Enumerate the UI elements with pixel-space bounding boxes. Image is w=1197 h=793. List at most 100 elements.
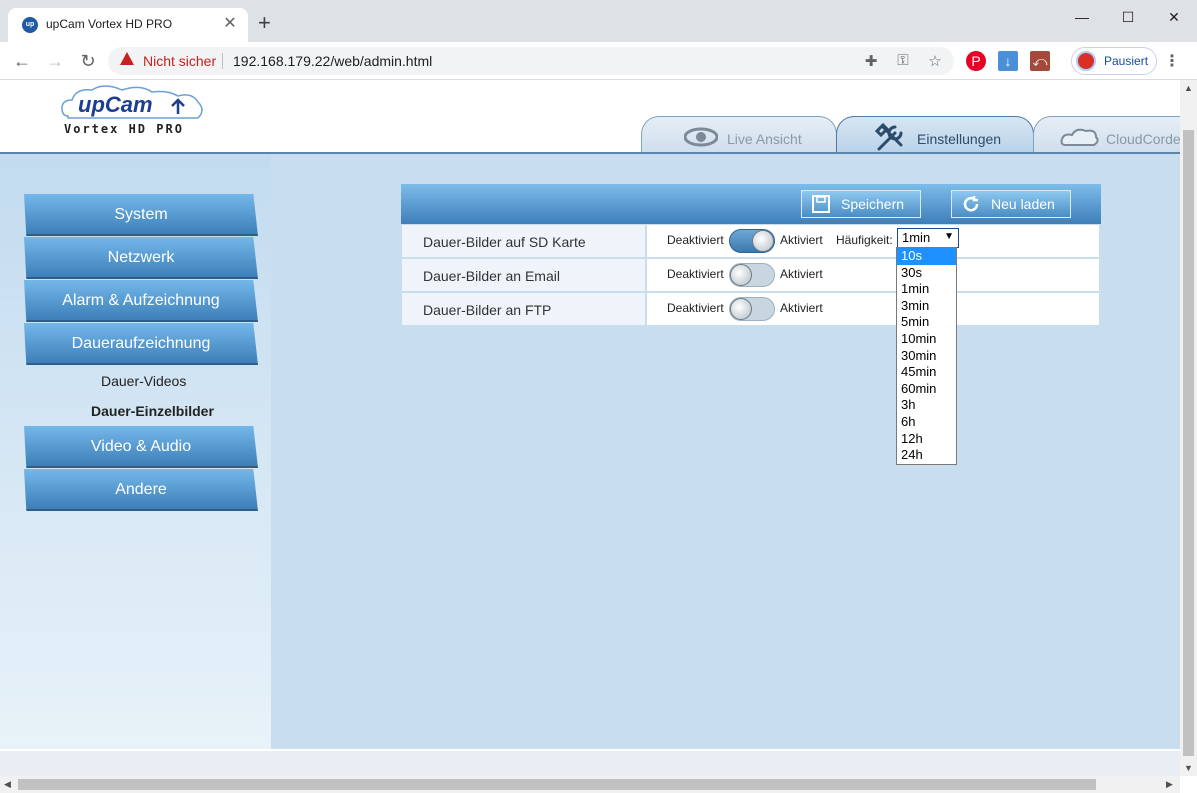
row-label: Dauer-Bilder an Email [423,268,560,284]
page-viewport: upCam Vortex HD PRO Live Ansicht Einstel… [0,80,1180,776]
tab-einstellungen[interactable]: Einstellungen [836,116,1034,154]
sidebar-sub-dauer-videos[interactable]: Dauer-Videos [101,373,186,389]
security-label[interactable]: Nicht sicher [143,53,216,69]
frequency-select[interactable]: 1min ▼ [897,228,959,248]
toggle-knob [730,264,752,286]
toggle-sd[interactable] [729,229,775,253]
reload-label: Neu laden [991,196,1055,212]
frequency-option[interactable]: 12h [897,431,956,448]
frequency-option[interactable]: 3h [897,397,956,414]
key-icon[interactable]: ⚿ [894,52,912,69]
frequency-option[interactable]: 45min [897,364,956,381]
frequency-option[interactable]: 60min [897,381,956,398]
profile-button[interactable]: Pausiert [1071,47,1157,75]
logo-model: Vortex HD PRO [64,122,184,136]
scroll-left-icon[interactable]: ◀ [4,779,11,790]
browser-tab-strip: up upCam Vortex HD PRO ✕ + — ☐ ✕ [0,0,1197,42]
logo: upCam Vortex HD PRO [60,84,205,138]
sidebar-item-andere[interactable]: Andere [24,469,258,511]
favicon-icon: up [22,17,38,33]
frequency-label: Häufigkeit: [836,233,893,247]
url-text[interactable]: 192.168.179.22/web/admin.html [233,53,432,69]
sidebar-item-video-audio[interactable]: Video & Audio [24,426,258,468]
vertical-scrollbar[interactable]: ▲ ▼ [1180,80,1197,776]
frequency-option[interactable]: 10s [897,248,956,265]
sidebar-item-netzwerk[interactable]: Netzwerk [24,237,258,279]
scroll-thumb[interactable] [1183,130,1194,756]
new-tab-icon[interactable]: + [258,12,271,34]
sidebar-sub-dauer-einzelbilder[interactable]: Dauer-Einzelbilder [91,403,214,419]
setting-row-email: Dauer-Bilder an Email Deaktiviert Aktivi… [401,259,1101,293]
frequency-option[interactable]: 6h [897,414,956,431]
activated-label: Aktiviert [780,301,823,315]
deactivated-label: Deaktiviert [667,301,724,315]
scroll-right-icon[interactable]: ▶ [1166,779,1173,790]
frequency-option[interactable]: 10min [897,331,956,348]
frequency-option[interactable]: 3min [897,298,956,315]
tab-close-icon[interactable]: ✕ [220,14,240,34]
star-icon[interactable]: ☆ [926,52,944,70]
panel-toolbar: Speichern Neu laden [401,184,1101,224]
row-label-cell: Dauer-Bilder an FTP [402,293,645,326]
tab-label: Einstellungen [917,131,1002,147]
frequency-option[interactable]: 5min [897,314,956,331]
floppy-icon [812,195,830,213]
page-footer [0,749,1180,776]
avatar [1076,51,1096,71]
toggle-knob [752,230,774,252]
tab-label: CloudCorder [1106,131,1180,147]
close-window-icon[interactable]: ✕ [1151,4,1197,30]
row-label-cell: Dauer-Bilder auf SD Karte [402,225,645,258]
pdf-icon[interactable]: ⤺ [1030,51,1050,71]
horizontal-scrollbar[interactable]: ◀ ▶ [0,776,1180,793]
browser-tab[interactable]: up upCam Vortex HD PRO ✕ [8,8,248,42]
setting-row-ftp: Dauer-Bilder an FTP Deaktiviert Aktivier… [401,293,1101,327]
sidebar-item-alarm[interactable]: Alarm & Aufzeichnung [24,280,258,322]
tab-cloudcorder[interactable]: CloudCorder [1033,116,1180,154]
row-label: Dauer-Bilder an FTP [423,302,552,318]
sidebar-item-system[interactable]: System [24,194,258,236]
toggle-email[interactable] [729,263,775,287]
setting-row-sd: Dauer-Bilder auf SD Karte Deaktiviert Ak… [401,225,1101,259]
activated-label: Aktiviert [780,267,823,281]
minimize-icon[interactable]: — [1059,4,1105,30]
toggle-knob [730,298,752,320]
scroll-thumb[interactable] [18,779,1096,790]
frequency-value: 1min [902,230,931,245]
app-header: upCam Vortex HD PRO Live Ansicht Einstel… [0,80,1180,154]
omnibox[interactable]: Nicht sicher 192.168.179.22/web/admin.ht… [108,47,954,75]
forward-icon[interactable]: → [43,49,67,73]
sidebar-item-daueraufzeichnung[interactable]: Daueraufzeichnung [24,323,258,365]
download-icon[interactable]: ↓ [998,51,1018,71]
reload-page-button[interactable]: Neu laden [951,190,1071,218]
frequency-option[interactable]: 24h [897,447,956,464]
browser-tab-title: upCam Vortex HD PRO [46,17,173,31]
tab-live-ansicht[interactable]: Live Ansicht [641,116,837,154]
reload-icon[interactable]: ↻ [76,49,100,73]
pinterest-icon[interactable]: P [966,51,986,71]
warning-icon [120,52,134,65]
profile-label: Pausiert [1104,54,1149,68]
scroll-down-icon[interactable]: ▼ [1184,763,1193,773]
menu-icon[interactable]: ⋮ [1164,51,1180,71]
deactivated-label: Deaktiviert [667,267,724,281]
activated-label: Aktiviert [780,233,823,247]
row-label-cell: Dauer-Bilder an Email [402,259,645,292]
frequency-option[interactable]: 1min [897,281,956,298]
cloud-icon [1060,128,1099,146]
refresh-icon [963,196,979,212]
scroll-up-icon[interactable]: ▲ [1184,83,1193,93]
eye-icon [684,127,718,147]
back-icon[interactable]: ← [10,49,34,73]
url-separator [222,53,223,69]
toggle-ftp[interactable] [729,297,775,321]
logo-brand: upCam [78,92,153,117]
extension-icon[interactable]: ✚ [862,52,880,70]
save-button[interactable]: Speichern [801,190,921,218]
frequency-option[interactable]: 30min [897,348,956,365]
tab-label: Live Ansicht [727,131,802,147]
row-value-cell: Deaktiviert Aktiviert [647,293,1099,326]
frequency-option[interactable]: 30s [897,265,956,282]
maximize-icon[interactable]: ☐ [1105,4,1151,30]
sidebar: System Netzwerk Alarm & Aufzeichnung Dau… [0,154,271,749]
